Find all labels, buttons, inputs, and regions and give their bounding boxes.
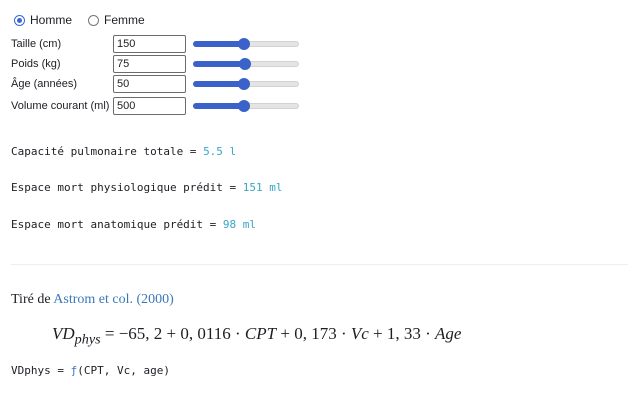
- taille-label: Taille (cm): [11, 37, 62, 50]
- source-prefix: Tiré de: [11, 292, 54, 307]
- taille-input[interactable]: [113, 35, 186, 53]
- poids-label: Poids (kg): [11, 57, 61, 70]
- age-label: Âge (années): [11, 77, 78, 90]
- formula-mid: + 0, 173 ·: [276, 324, 351, 343]
- source-link[interactable]: Astrom et col. (2000): [53, 292, 174, 307]
- code-output: VDphys = ƒ(CPT, Vc, age): [11, 364, 170, 377]
- section-divider: [11, 264, 628, 265]
- taille-slider[interactable]: [193, 38, 299, 50]
- volume-input[interactable]: [113, 97, 186, 115]
- field-row-poids: Poids (kg): [11, 55, 299, 73]
- result-espace-anat-label: Espace mort anatomique prédit =: [11, 218, 223, 231]
- formula-var-cpt: CPT: [244, 324, 277, 343]
- taille-slider-thumb[interactable]: [237, 38, 250, 50]
- field-row-volume: Volume courant (ml): [11, 97, 299, 115]
- age-slider[interactable]: [193, 78, 299, 90]
- poids-slider[interactable]: [193, 58, 299, 70]
- field-row-taille: Taille (cm): [11, 35, 299, 53]
- radio-femme-label: Femme: [104, 13, 145, 27]
- formula: VDphys = −65, 2 + 0, 0116 · CPT + 0, 173…: [52, 324, 461, 348]
- volume-slider-fill: [193, 103, 244, 109]
- poids-slider-fill: [193, 61, 245, 67]
- volume-slider[interactable]: [193, 100, 299, 112]
- code-args: (CPT, Vc, age): [77, 364, 170, 377]
- age-slider-fill: [193, 81, 244, 87]
- age-input[interactable]: [113, 75, 186, 93]
- formula-tail: + 1, 33 ·: [368, 324, 436, 343]
- formula-var-vc: Vc: [350, 324, 369, 343]
- formula-lhs: VD: [52, 324, 75, 343]
- formula-rhs: = −65, 2 + 0, 0116 ·: [100, 324, 245, 343]
- formula-var-age: Age: [435, 324, 462, 343]
- code-prefix: VDphys =: [11, 364, 71, 377]
- result-espace-anat-value: 98 ml: [222, 218, 257, 231]
- radio-homme[interactable]: Homme: [14, 13, 72, 27]
- source-citation: Tiré de Astrom et col. (2000): [11, 292, 174, 308]
- radio-femme[interactable]: Femme: [88, 13, 145, 27]
- result-capacite-value: 5.5 l: [203, 145, 237, 158]
- poids-input[interactable]: [113, 55, 186, 73]
- result-capacite: Capacité pulmonaire totale = 5.5 l: [11, 145, 236, 158]
- poids-slider-thumb[interactable]: [238, 58, 251, 70]
- field-row-age: Âge (années): [11, 75, 299, 93]
- radio-homme-indicator[interactable]: [14, 14, 25, 26]
- taille-slider-fill: [193, 41, 244, 47]
- volume-slider-thumb[interactable]: [237, 100, 250, 112]
- formula-lhs-sub: phys: [74, 331, 101, 348]
- radio-femme-indicator[interactable]: [88, 14, 100, 26]
- result-espace-physio-label: Espace mort physiologique prédit =: [11, 181, 243, 194]
- result-espace-physio: Espace mort physiologique prédit = 151 m…: [11, 181, 283, 194]
- age-slider-thumb[interactable]: [237, 78, 250, 90]
- volume-label: Volume courant (ml): [11, 99, 110, 112]
- result-espace-anat: Espace mort anatomique prédit = 98 ml: [11, 218, 256, 231]
- result-capacite-label: Capacité pulmonaire totale =: [11, 145, 204, 158]
- radio-homme-label: Homme: [30, 13, 73, 27]
- sex-radio-group: Homme Femme: [14, 13, 161, 27]
- result-espace-physio-value: 151 ml: [242, 181, 283, 194]
